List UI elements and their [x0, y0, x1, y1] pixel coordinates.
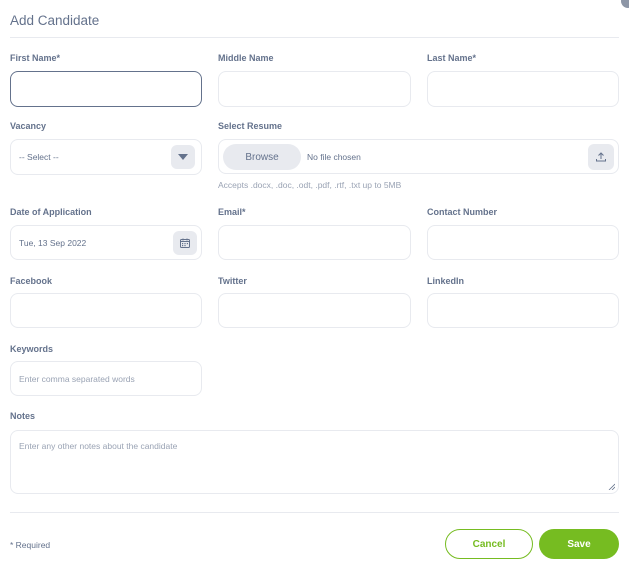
- twitter-label: Twitter: [218, 276, 247, 286]
- vacancy-select[interactable]: -- Select --: [10, 139, 202, 175]
- vacancy-selected-value: -- Select --: [19, 152, 59, 162]
- email-label: Email*: [218, 207, 246, 217]
- middle-name-input[interactable]: [218, 71, 411, 107]
- linkedin-input[interactable]: [427, 293, 619, 328]
- notes-textarea[interactable]: Enter any other notes about the candidat…: [10, 430, 619, 494]
- file-status-text: No file chosen: [307, 151, 361, 162]
- facebook-input[interactable]: [10, 293, 202, 328]
- keywords-label: Keywords: [10, 344, 54, 354]
- contact-number-input[interactable]: [427, 225, 619, 260]
- browse-button[interactable]: Browse: [223, 144, 301, 170]
- corner-scroll-indicator: [621, 0, 629, 8]
- required-note: * Required: [10, 540, 51, 550]
- twitter-input[interactable]: [218, 293, 411, 328]
- select-resume-label: Select Resume: [218, 121, 283, 131]
- date-of-application-input[interactable]: Tue, 13 Sep 2022: [10, 225, 202, 260]
- notes-placeholder: Enter any other notes about the candidat…: [19, 441, 178, 451]
- last-name-input[interactable]: [427, 71, 619, 107]
- resume-accepted-types-hint: Accepts .docx, .doc, .odt, .pdf, .rtf, .…: [218, 180, 402, 190]
- footer-divider: [10, 512, 619, 513]
- upload-icon[interactable]: [588, 144, 614, 170]
- email-input[interactable]: [218, 225, 411, 260]
- last-name-label: Last Name*: [427, 53, 477, 63]
- resume-file-input[interactable]: Browse No file chosen: [218, 139, 619, 174]
- contact-number-label: Contact Number: [427, 207, 498, 217]
- caret-down-icon[interactable]: [171, 145, 195, 169]
- vacancy-label: Vacancy: [10, 121, 47, 131]
- keywords-input[interactable]: Enter comma separated words: [10, 361, 202, 396]
- date-of-application-value: Tue, 13 Sep 2022: [19, 237, 87, 248]
- first-name-label: First Name*: [10, 53, 61, 63]
- linkedin-label: LinkedIn: [427, 276, 465, 286]
- dialog-title: Add Candidate: [10, 13, 100, 28]
- date-of-application-label: Date of Application: [10, 207, 92, 217]
- facebook-label: Facebook: [10, 276, 53, 286]
- calendar-icon[interactable]: [173, 231, 197, 255]
- title-divider: [10, 37, 619, 38]
- first-name-input[interactable]: [10, 71, 202, 107]
- cancel-button[interactable]: Cancel: [445, 529, 533, 559]
- save-button[interactable]: Save: [539, 529, 619, 559]
- resize-handle-icon[interactable]: [608, 483, 615, 490]
- notes-label: Notes: [10, 411, 36, 421]
- keywords-placeholder: Enter comma separated words: [19, 373, 135, 384]
- middle-name-label: Middle Name: [218, 53, 274, 63]
